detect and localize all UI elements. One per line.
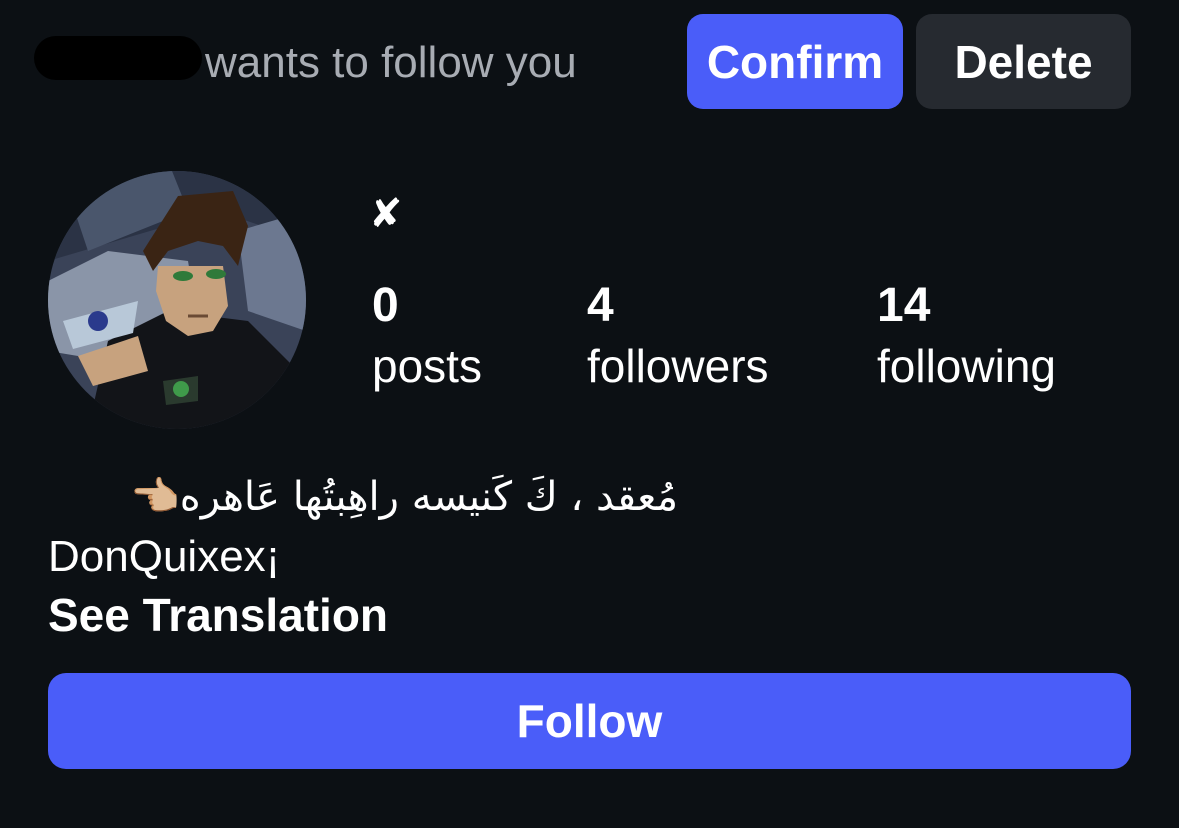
delete-button[interactable]: Delete (916, 14, 1131, 109)
profile-display-name: ✘ (369, 192, 403, 236)
redacted-username (34, 36, 202, 80)
see-translation-link[interactable]: See Translation (48, 588, 388, 642)
followers-count: 4 (587, 279, 614, 332)
confirm-button[interactable]: Confirm (687, 14, 903, 109)
avatar[interactable] (48, 171, 306, 429)
stat-posts[interactable]: 0 posts (372, 279, 482, 393)
following-label: following (877, 340, 1056, 392)
follow-request-row: wants to follow you Confirm Delete (0, 0, 1179, 120)
avatar-illustration (48, 171, 306, 429)
posts-label: posts (372, 340, 482, 392)
follow-button[interactable]: Follow (48, 673, 1131, 769)
following-count: 14 (877, 279, 931, 332)
followers-label: followers (587, 340, 769, 392)
follow-request-text: wants to follow you (205, 38, 577, 87)
posts-count: 0 (372, 279, 399, 332)
bio-line-1: مُعقد ، كَ كَنيسه راهِبتُها عَاهره👈🏼 (130, 474, 678, 520)
bio-line-2: DonQuixex¡ (48, 532, 281, 581)
stat-followers[interactable]: 4 followers (587, 279, 769, 393)
stat-following[interactable]: 14 following (877, 279, 1056, 393)
